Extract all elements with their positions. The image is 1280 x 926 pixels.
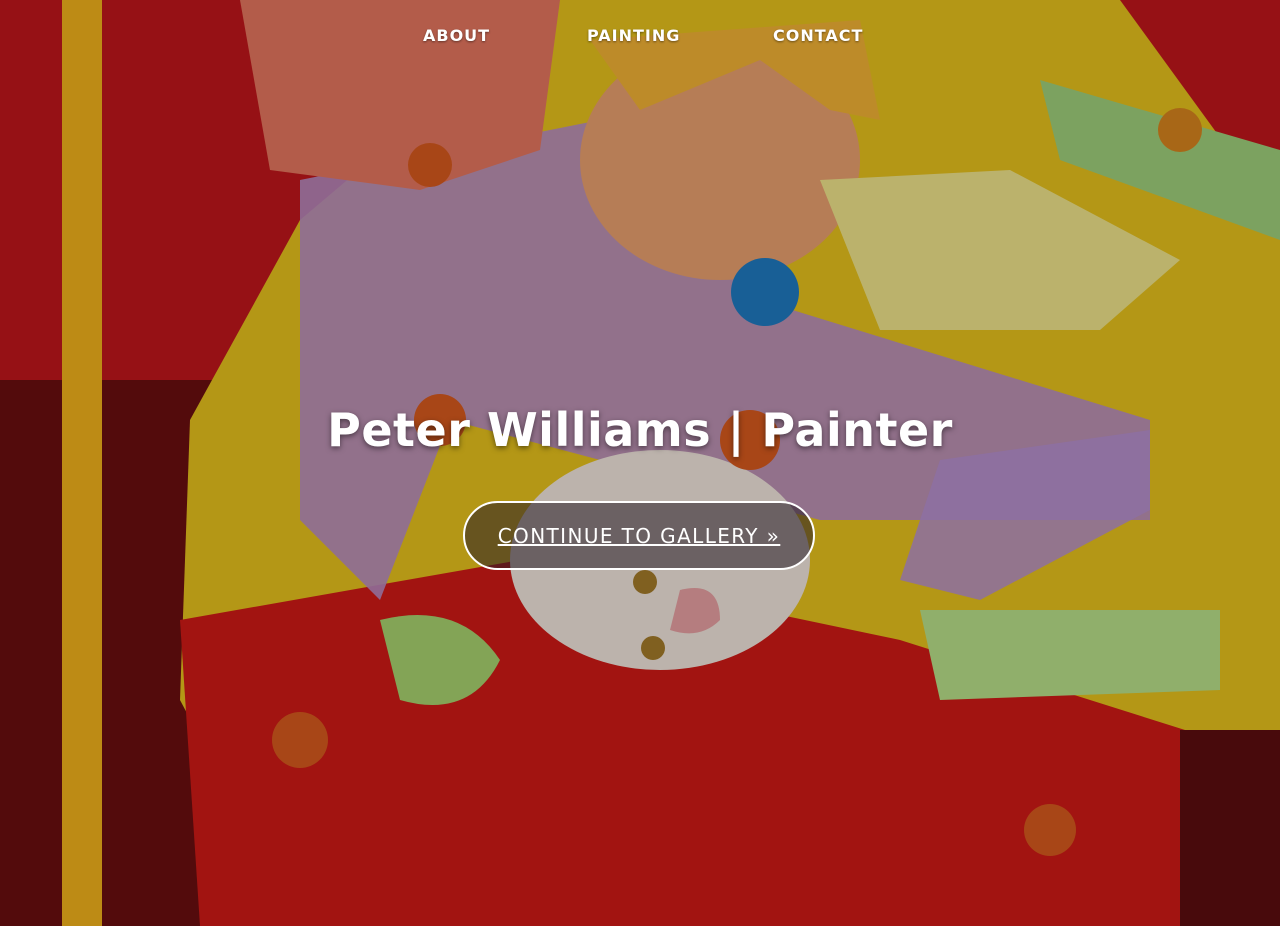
page-title: Peter Williams | Painter [327,402,953,457]
nav-link-painting[interactable]: PAINTING [587,26,680,45]
nav-link-contact[interactable]: CONTACT [773,26,863,45]
main-navigation: ABOUT PAINTING CONTACT [0,26,1280,50]
nav-link-about[interactable]: ABOUT [423,26,490,45]
continue-to-gallery-button[interactable]: CONTINUE TO GALLERY » [463,501,815,570]
hero-section [0,0,1280,926]
hero-background-painting [0,0,1280,926]
